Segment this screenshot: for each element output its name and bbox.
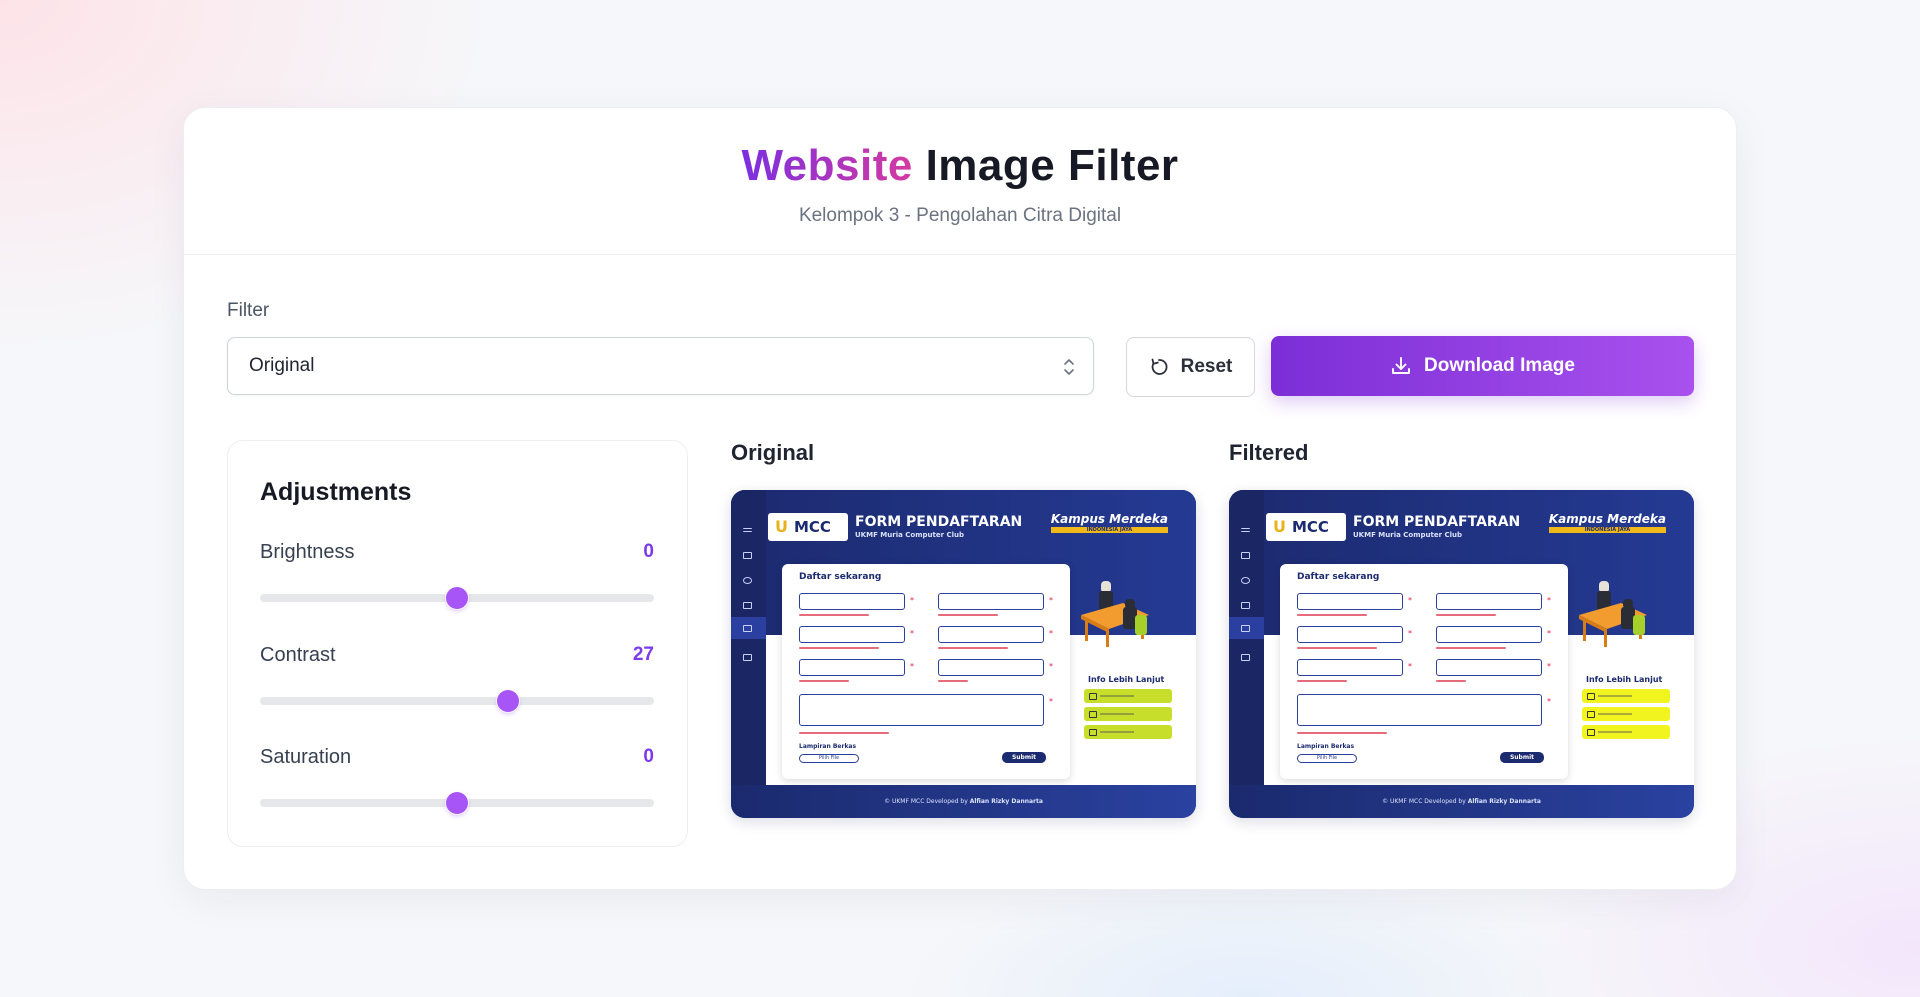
search-icon [1241, 577, 1250, 584]
document-icon [1241, 625, 1250, 632]
filtered-image: ⚙ MCC FORM PENDAFTARAN UKMF Muria Comput… [1229, 490, 1694, 818]
page-header: Website Image Filter Kelompok 3 - Pengol… [184, 108, 1736, 255]
contrast-label: Contrast [260, 644, 336, 666]
mock-kampus-text: Kampus Merdeka [1548, 512, 1666, 526]
mock-email-pill [1084, 707, 1172, 721]
mock-submit-button: Submit [1500, 752, 1544, 763]
mock-submit-button: Submit [1002, 752, 1046, 763]
filtered-preview: Filtered ⚙ MCC FORM PENDAFTARAN UKMF Mur… [1229, 440, 1694, 818]
mock-lampiran-label: Lampiran Berkas [1297, 743, 1355, 750]
download-icon [1392, 357, 1410, 374]
mock-footer-author: Alfian Rizky Dannarta [1467, 798, 1541, 805]
grid-icon [743, 602, 752, 609]
contrast-thumb[interactable] [497, 690, 520, 712]
mock-footer-prefix: © UKMF MCC Developed by [1382, 798, 1466, 805]
page-title: Website Image Filter [184, 140, 1736, 193]
mock-upload-button: Pilih File [1297, 754, 1357, 763]
mock-lampiran-label: Lampiran Berkas [799, 743, 857, 750]
contrast-slider-row: Contrast 27 [260, 644, 654, 712]
mock-kampus-text: Kampus Merdeka [1050, 512, 1168, 526]
mock-kampus-logo: Kampus Merdeka INDONESIA JAYA [1050, 512, 1168, 533]
mock-form-subtitle: UKMF Muria Computer Club [1353, 531, 1463, 539]
original-preview-label: Original [731, 440, 815, 465]
mock-kampus-tag: INDONESIA JAYA [1548, 527, 1666, 533]
mock-form-title: FORM PENDAFTARAN [855, 514, 1023, 530]
mock-footer: © UKMF MCC Developed by Alfian Rizky Dan… [1229, 785, 1694, 818]
reset-label: Reset [1180, 356, 1233, 377]
mock-footer: © UKMF MCC Developed by Alfian Rizky Dan… [731, 785, 1196, 818]
original-preview: Original ⚙ MCC FORM PENDAFTARAN UKMF Mur… [731, 440, 1196, 818]
saturation-value: 0 [643, 746, 654, 767]
mock-youtube-pill [1582, 725, 1670, 739]
title-rest: Image Filter [925, 141, 1179, 190]
document-icon [743, 625, 752, 632]
mock-instagram-pill [1582, 689, 1670, 703]
mock-youtube-pill [1084, 725, 1172, 739]
home-icon [743, 552, 752, 559]
contrast-value: 27 [632, 644, 654, 665]
filtered-preview-label: Filtered [1229, 440, 1309, 465]
mock-form-heading: Daftar sekarang [1297, 572, 1380, 582]
saturation-slider-row: Saturation 0 [260, 746, 654, 814]
mock-footer-prefix: © UKMF MCC Developed by [884, 798, 968, 805]
filter-selected-value: Original [249, 355, 315, 376]
menu-icon [743, 528, 752, 532]
mock-sidebar [1229, 490, 1264, 818]
brightness-value: 0 [643, 541, 654, 562]
filter-label: Filter [227, 300, 270, 321]
mock-meeting-illustration [1081, 581, 1149, 647]
saturation-label: Saturation [260, 746, 352, 768]
title-accent: Website [741, 141, 913, 190]
home-icon [1241, 552, 1250, 559]
mock-logo: MCC [1266, 513, 1346, 541]
brightness-thumb[interactable] [446, 587, 468, 609]
brightness-label: Brightness [260, 541, 355, 563]
contrast-track[interactable] [260, 697, 654, 705]
original-image: ⚙ MCC FORM PENDAFTARAN UKMF Muria Comput… [731, 490, 1196, 818]
mock-email-pill [1582, 707, 1670, 721]
adjustments-panel: Adjustments Brightness 0 Contrast 27 Sat… [227, 440, 688, 847]
mock-footer-author: Alfian Rizky Dannarta [969, 798, 1043, 805]
mock-info-heading: Info Lebih Lanjut [1088, 675, 1165, 684]
saturation-thumb[interactable] [446, 792, 468, 814]
chevron-updown-icon [1064, 359, 1074, 375]
adjustments-title: Adjustments [260, 478, 412, 506]
mock-meeting-illustration [1579, 581, 1647, 647]
download-button[interactable]: Download Image [1271, 336, 1694, 396]
mock-form-card: Daftar sekarang Lampiran Berkas Pilih Fi… [1280, 564, 1568, 779]
calendar-icon [1241, 654, 1250, 661]
mock-form-card: Daftar sekarang Lampiran Berkas Pilih Fi… [782, 564, 1070, 779]
mock-logo: MCC [768, 513, 848, 541]
mock-kampus-logo: Kampus Merdeka INDONESIA JAYA [1548, 512, 1666, 533]
filter-select[interactable]: Original [227, 337, 1094, 395]
page-subtitle: Kelompok 3 - Pengolahan Citra Digital [798, 204, 1122, 226]
search-icon [743, 577, 752, 584]
mock-form-heading: Daftar sekarang [799, 572, 882, 582]
mock-form-subtitle: UKMF Muria Computer Club [855, 531, 965, 539]
mock-info-heading: Info Lebih Lanjut [1586, 675, 1663, 684]
brightness-slider-row: Brightness 0 [260, 541, 654, 609]
reset-icon [1151, 358, 1168, 375]
mock-form-title: FORM PENDAFTARAN [1353, 514, 1521, 530]
reset-button[interactable]: Reset [1126, 337, 1255, 397]
grid-icon [1241, 602, 1250, 609]
download-label: Download Image [1424, 355, 1575, 376]
main-card: Website Image Filter Kelompok 3 - Pengol… [183, 107, 1737, 890]
calendar-icon [743, 654, 752, 661]
menu-icon [1241, 528, 1250, 532]
mock-sidebar [731, 490, 766, 818]
mock-upload-button: Pilih File [799, 754, 859, 763]
mock-instagram-pill [1084, 689, 1172, 703]
mock-kampus-tag: INDONESIA JAYA [1050, 527, 1168, 533]
